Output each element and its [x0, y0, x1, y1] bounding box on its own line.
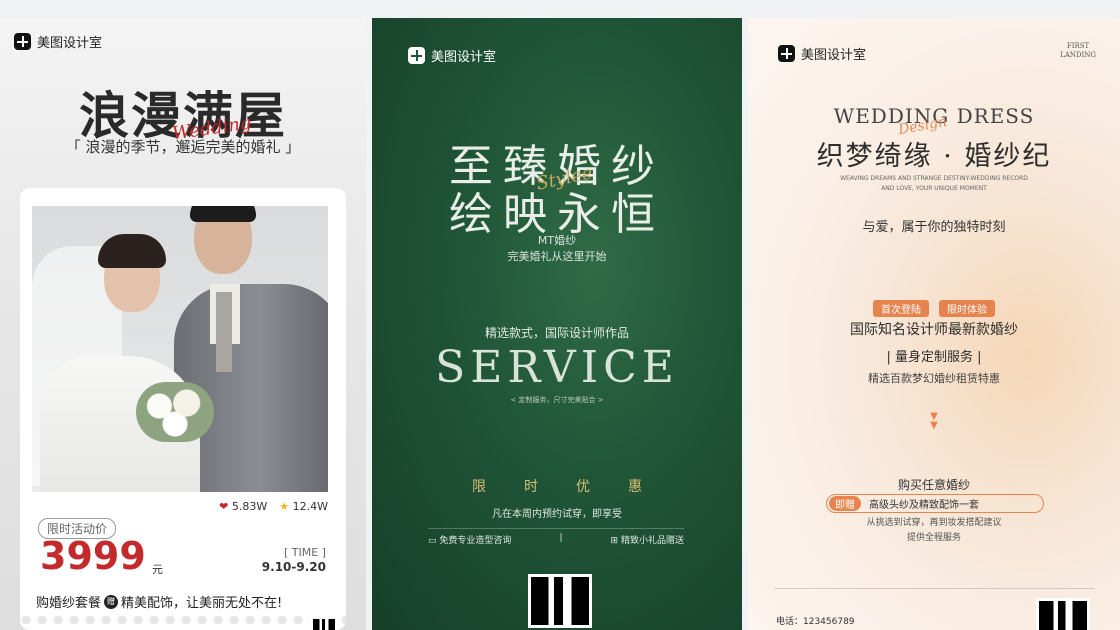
note-line2: 提供全程服务 [906, 533, 961, 543]
logo-text: 美图设计室 [37, 36, 103, 51]
logo-icon [14, 33, 31, 50]
perk-consult-text: 免费专业造型咨询 [439, 536, 512, 546]
gift-icon: ⊞ [610, 536, 619, 546]
qr-code-icon[interactable] [1036, 598, 1090, 630]
offer-text-b: 精美配饰，让美丽无处不在! [121, 596, 283, 611]
bespoke-line: | 量身定制服务 | [886, 350, 982, 365]
bouquet [136, 382, 214, 442]
limit-char: 限 [472, 479, 486, 495]
corner-text: FIRST LANDING [1060, 42, 1096, 59]
time-range: 9.10-9.20 [261, 560, 326, 574]
likes-stat[interactable]: ❤ 5.83W [219, 500, 267, 513]
perks-row: ▭ 免费专业造型咨询 | ⊞ 精致小礼品赠送 [428, 528, 684, 546]
buy-line: 购买任意婚纱 [897, 478, 970, 492]
likes-count: 5.83W [231, 500, 268, 513]
qr-code-icon[interactable] [528, 574, 592, 628]
poster-card-service[interactable]: 美图设计室 至臻婚纱 绘映永恒 Stylee MT婚纱 完美婚礼从这里开始 精选… [372, 18, 742, 630]
couple-photo [32, 206, 328, 492]
limited-experience-badge: 限时体验 [939, 300, 995, 317]
gift-pill: 即赠 高级头纱及精致配饰一套 [826, 494, 1044, 513]
perk-consult: ▭ 免费专业造型咨询 [428, 533, 511, 546]
love-line: 与爱，属于你的独特时刻 [862, 220, 1006, 235]
chevron-down-icon: ▼ ▼ [930, 411, 938, 431]
poster-card-romance[interactable]: 美图设计室 浪漫满屋 Wedding 「 浪漫的季节，邂逅完美的婚礼 」 ❤ 5… [0, 18, 366, 630]
stars-count: 12.4W [292, 500, 328, 513]
brand-line: MT婚纱 [537, 234, 577, 247]
groom-hair [190, 206, 256, 222]
note-line1: 从挑选到试穿，再到妆发搭配建议 [866, 518, 1002, 528]
limited-offer-heading: 限 时 优 惠 [472, 476, 642, 496]
stars-stat[interactable]: ★ 12.4W [279, 500, 328, 513]
bottom-offer: 购婚纱套餐 赠 精美配饰，让美丽无处不在! [36, 592, 282, 611]
first-landing-badge: 首次登陆 [873, 300, 929, 317]
select-line: 精选款式，国际设计师作品 [484, 326, 629, 340]
price: 3999 [40, 534, 146, 578]
ticket-edge [20, 616, 346, 624]
poster-card-dress[interactable]: 美图设计室 FIRST LANDING WEDDING DRESS Design… [748, 18, 1120, 630]
brand-logo: 美图设计室 [778, 44, 866, 63]
limit-char: 惠 [628, 479, 642, 495]
chat-icon: ▭ [428, 536, 437, 546]
gift-tag: 即赠 [829, 496, 861, 511]
brand-logo: 美图设计室 [408, 46, 496, 65]
perk-gift-text: 精致小礼品赠送 [620, 536, 684, 546]
service-note: < 定制服务，尺寸完美贴合 > [510, 396, 604, 404]
logo-icon [778, 45, 795, 62]
offer-line: 凡在本周内预约试穿，即享受 [492, 509, 622, 520]
rental-line: 精选百款梦幻婚纱租赁特惠 [868, 372, 1000, 385]
service-title: SERVICE [435, 342, 679, 393]
bride-hair [98, 234, 166, 268]
offer-text-a: 购婚纱套餐 [36, 596, 102, 611]
badges-row: 首次登陆 限时体验 [748, 300, 1120, 317]
limit-char: 优 [576, 479, 590, 495]
groom-tie [216, 292, 232, 372]
divider [774, 588, 1094, 589]
perk-gift: ⊞ 精致小礼品赠送 [611, 533, 684, 546]
english-subtitle: WEAVING DREAMS AND STRANGE DESTINY-WEDDI… [840, 175, 1028, 192]
qr-code-icon[interactable] [310, 616, 338, 630]
logo-text: 美图设计室 [801, 48, 867, 63]
divider: | [559, 533, 563, 543]
heart-icon: ❤ [219, 500, 229, 513]
brand-logo: 美图设计室 [14, 32, 102, 51]
tagline: 完美婚礼从这里开始 [507, 250, 607, 263]
time-label: [ TIME ] [284, 546, 326, 559]
gift-badge: 赠 [104, 594, 119, 609]
logo-icon [408, 47, 425, 64]
logo-text: 美图设计室 [431, 50, 497, 65]
price-unit: 元 [152, 563, 163, 576]
service-note: 从挑选到试穿，再到妆发搭配建议 提供全程服务 [748, 516, 1120, 546]
gift-text: 高级头纱及精致配饰一套 [869, 500, 979, 511]
stats-row: ❤ 5.83W ★ 12.4W [219, 500, 328, 513]
limit-char: 时 [524, 479, 538, 495]
poster-subtitle: 「 浪漫的季节，邂逅完美的婚礼 」 [65, 138, 301, 156]
phone-number[interactable]: 电话：123456789 [776, 614, 855, 627]
poster-title: 织梦绮缘 · 婚纱纪 [816, 141, 1052, 172]
designer-line: 国际知名设计师最新款婚纱 [850, 322, 1018, 338]
star-icon: ★ [279, 500, 290, 513]
